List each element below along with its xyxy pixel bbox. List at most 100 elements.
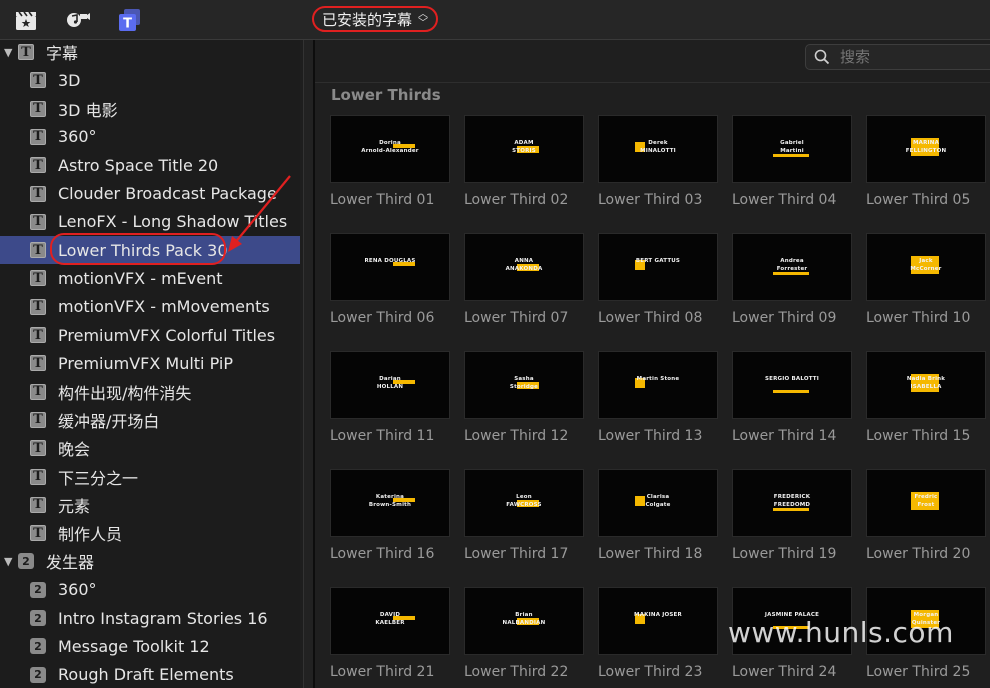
sidebar-group-0[interactable]: ▼ T 字幕	[0, 40, 300, 66]
title-tile[interactable]: Gabriel Martini Lower Third 04	[732, 115, 852, 208]
tile-thumbnail[interactable]: SERGIO BALOTTI	[732, 351, 852, 419]
sidebar-scrollbar[interactable]	[303, 40, 313, 688]
tile-thumbnail[interactable]: Fredric Frost	[866, 469, 986, 537]
sidebar-item[interactable]: T 晚会	[0, 434, 300, 462]
tile-caption: Lower Third 10	[866, 310, 971, 326]
sidebar-item[interactable]: T PremiumVFX Colorful Titles	[0, 321, 300, 349]
title-tile[interactable]: Leon FAWCROSS Lower Third 17	[464, 469, 584, 562]
title-tile[interactable]: Dorina Arnold-Alexander Lower Third 01	[330, 115, 450, 208]
title-tile[interactable]: BERT GATTUS Lower Third 08	[598, 233, 718, 326]
title-tile[interactable]: RENA DOUGLAS Lower Third 06	[330, 233, 450, 326]
title-tile[interactable]: Fredric Frost Lower Third 20	[866, 469, 986, 562]
sidebar-item-label: 下三分之一	[58, 468, 139, 488]
title-tile[interactable]: MAKINA JOSER Lower Third 23	[598, 587, 718, 680]
sidebar-item-label: Message Toolkit 12	[58, 636, 210, 656]
sidebar-item[interactable]: 2 Message Toolkit 12	[0, 632, 300, 660]
thumbnail-text: Forrester	[776, 266, 808, 272]
title-tile[interactable]: ANNA ANAKONDA Lower Third 07	[464, 233, 584, 326]
sidebar-item[interactable]: T PremiumVFX Multi PiP	[0, 349, 300, 377]
title-tile[interactable]: SERGIO BALOTTI Lower Third 14	[732, 351, 852, 444]
tile-thumbnail[interactable]: Darian HOLLAN	[330, 351, 450, 419]
title-T-icon: T	[30, 525, 46, 542]
tile-thumbnail[interactable]: ADAM STORIS	[464, 115, 584, 183]
title-tile[interactable]: Andrea Forrester Lower Third 09	[732, 233, 852, 326]
tile-caption: Lower Third 06	[330, 310, 435, 326]
sidebar-item[interactable]: T Lower Thirds Pack 30	[0, 236, 300, 265]
installed-titles-selector[interactable]: 已安装的字幕 ︿ ﹀	[312, 6, 439, 32]
title-tile[interactable]: Nadia Brink ISABELLA Lower Third 15	[866, 351, 986, 444]
sidebar-item[interactable]: T LenoFX - Long Shadow Titles	[0, 208, 300, 236]
title-tile[interactable]: Jack McCorner Lower Third 10	[866, 233, 986, 326]
tile-thumbnail[interactable]: Derek MINALOTTI	[598, 115, 718, 183]
tile-caption: Lower Third 24	[732, 664, 837, 680]
title-tile[interactable]: Martin Stone Lower Third 13	[598, 351, 718, 444]
tile-thumbnail[interactable]: Sasha Storidge	[464, 351, 584, 419]
sidebar-item[interactable]: TmotionVFX - mEvent	[0, 264, 300, 292]
titles-icon[interactable]: T	[116, 6, 144, 34]
tile-thumbnail[interactable]: Martin Stone	[598, 351, 718, 419]
tile-thumbnail[interactable]: MARINA FELLINGTON	[866, 115, 986, 183]
section-title: Lower Thirds	[331, 86, 441, 104]
tile-caption: Lower Third 05	[866, 192, 971, 208]
sidebar-item[interactable]: T Astro Space Title 20	[0, 151, 300, 179]
title-tile[interactable]: Katerina Brown-Smith Lower Third 16	[330, 469, 450, 562]
thumbnail-text: Nadia Brink	[906, 376, 946, 382]
tile-thumbnail[interactable]: Dorina Arnold-Alexander	[330, 115, 450, 183]
thumbnail-text: Storidge	[509, 384, 539, 390]
sidebar-item[interactable]: T Clouder Broadcast Package	[0, 180, 300, 208]
tile-caption: Lower Third 20	[866, 546, 971, 562]
sidebar-item[interactable]: T 构件出现/构件消失	[0, 378, 300, 406]
music-camera-icon[interactable]	[64, 6, 92, 34]
tile-thumbnail[interactable]: MAKINA JOSER	[598, 587, 718, 655]
disclosure-triangle-icon[interactable]: ▼	[4, 555, 14, 568]
disclosure-triangle-icon[interactable]: ▼	[4, 46, 14, 59]
tile-thumbnail[interactable]: Leon FAWCROSS	[464, 469, 584, 537]
sidebar-group-label: 字幕	[46, 44, 79, 63]
tile-thumbnail[interactable]: Jack McCorner	[866, 233, 986, 301]
title-T-icon: T	[30, 496, 46, 513]
title-T-icon: T	[30, 327, 46, 343]
title-tile[interactable]: Derek MINALOTTI Lower Third 03	[598, 115, 718, 208]
svg-text:T: T	[123, 17, 132, 32]
sidebar-item[interactable]: 2 360°	[0, 576, 300, 604]
title-tile[interactable]: MARINA FELLINGTON Lower Third 05	[866, 115, 986, 208]
tile-thumbnail[interactable]: ANNA ANAKONDA	[464, 233, 584, 301]
thumbnail-text: Sasha	[514, 376, 534, 382]
search-input[interactable]	[838, 47, 982, 67]
tile-thumbnail[interactable]: Brian NALBANDIAN	[464, 587, 584, 655]
tile-thumbnail[interactable]: Clarisa Colgate	[598, 469, 718, 537]
title-tile[interactable]: Sasha Storidge Lower Third 12	[464, 351, 584, 444]
search-field[interactable]	[805, 44, 990, 70]
tile-thumbnail[interactable]: Nadia Brink ISABELLA	[866, 351, 986, 419]
tile-thumbnail[interactable]: DAVID KAELBER	[330, 587, 450, 655]
tile-thumbnail[interactable]: FREDERICK FREEDOMD	[732, 469, 852, 537]
tile-thumbnail[interactable]: Gabriel Martini	[732, 115, 852, 183]
tile-thumbnail[interactable]: Katerina Brown-Smith	[330, 469, 450, 537]
title-tile[interactable]: Darian HOLLAN Lower Third 11	[330, 351, 450, 444]
sidebar-item[interactable]: TmotionVFX - mMovements	[0, 293, 300, 321]
thumbnail-text: MARINA	[912, 140, 940, 146]
tile-caption: Lower Third 11	[330, 428, 435, 444]
title-tile[interactable]: FREDERICK FREEDOMD Lower Third 19	[732, 469, 852, 562]
sidebar-item[interactable]: T 制作人员	[0, 519, 300, 547]
sidebar-item[interactable]: T 元素	[0, 491, 300, 519]
clapper-icon[interactable]	[12, 6, 40, 34]
sidebar-item[interactable]: T 3D	[0, 66, 300, 94]
title-tile[interactable]: Clarisa Colgate Lower Third 18	[598, 469, 718, 562]
sidebar-group-1[interactable]: ▼ 2 发生器	[0, 547, 300, 575]
sidebar-item[interactable]: T 360°	[0, 123, 300, 151]
sidebar-item[interactable]: T 3D 电影	[0, 95, 300, 123]
title-tile[interactable]: ADAM STORIS Lower Third 02	[464, 115, 584, 208]
tile-thumbnail[interactable]: RENA DOUGLAS	[330, 233, 450, 301]
title-tile[interactable]: Brian NALBANDIAN Lower Third 22	[464, 587, 584, 680]
tile-caption: Lower Third 19	[732, 546, 837, 562]
thumbnail-text: Derek	[648, 140, 668, 146]
sidebar-item[interactable]: T 缓冲器/开场白	[0, 406, 300, 434]
title-tile[interactable]: DAVID KAELBER Lower Third 21	[330, 587, 450, 680]
sidebar-item[interactable]: 2 Intro Instagram Stories 16	[0, 604, 300, 632]
tile-thumbnail[interactable]: BERT GATTUS	[598, 233, 718, 301]
tile-thumbnail[interactable]: Andrea Forrester	[732, 233, 852, 301]
sidebar-item[interactable]: 2 Rough Draft Elements	[0, 661, 300, 688]
sidebar-item-label: 3D	[58, 70, 81, 90]
sidebar-item[interactable]: T 下三分之一	[0, 463, 300, 491]
